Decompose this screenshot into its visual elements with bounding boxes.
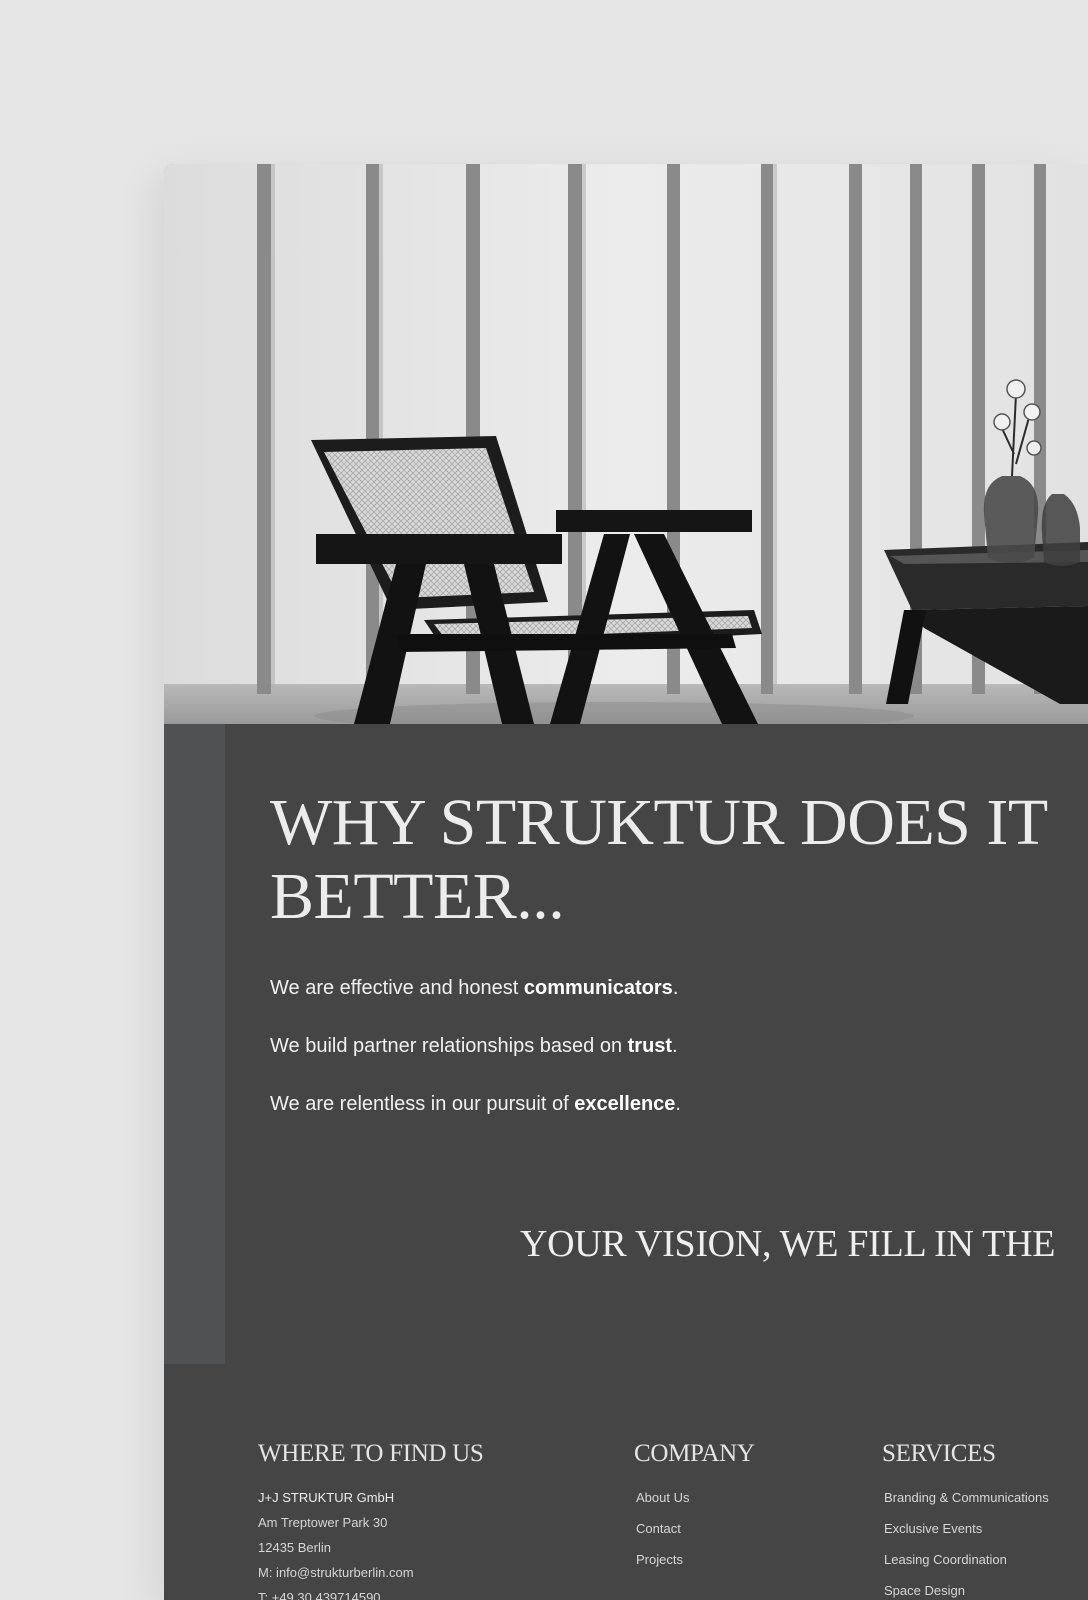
- statement-communicators: We are effective and honest communicator…: [270, 976, 681, 1034]
- footer-find-us: WHERE TO FIND US J+J STRUKTUR GmbH Am Tr…: [258, 1440, 484, 1600]
- statement-suffix: .: [672, 977, 679, 999]
- hero-photo: [164, 164, 1088, 724]
- link-events[interactable]: Exclusive Events: [884, 1521, 982, 1536]
- statement-text: We are relentless in our pursuit of: [270, 1093, 575, 1115]
- tagline: YOUR VISION, WE FILL IN THE: [520, 1223, 1056, 1265]
- link-contact[interactable]: Contact: [636, 1521, 681, 1536]
- company-heading: COMPANY: [634, 1440, 755, 1467]
- statement-excellence: We are relentless in our pursuit of exce…: [270, 1092, 681, 1150]
- street-address: Am Treptower Park 30: [258, 1515, 388, 1530]
- link-leasing[interactable]: Leasing Coordination: [884, 1552, 1007, 1567]
- statement-trust: We build partner relationships based on …: [270, 1034, 681, 1092]
- city-address: 12435 Berlin: [258, 1540, 331, 1555]
- why-statements: We are effective and honest communicator…: [270, 976, 681, 1150]
- chair-interior-image: [164, 164, 1088, 724]
- statement-emphasis: communicators: [523, 977, 673, 999]
- footer-link-leasing[interactable]: Leasing Coordination: [882, 1552, 1049, 1583]
- email-link[interactable]: M: info@strukturberlin.com: [258, 1565, 484, 1590]
- link-branding[interactable]: Branding & Communications: [884, 1490, 1049, 1505]
- site-footer: WHERE TO FIND US J+J STRUKTUR GmbH Am Tr…: [164, 1384, 1088, 1600]
- page-card: WHY STRUKTUR DOES IT BETTER... We are ef…: [164, 164, 1088, 1600]
- find-us-heading: WHERE TO FIND US: [258, 1440, 484, 1467]
- footer-link-projects[interactable]: Projects: [634, 1552, 755, 1583]
- phone-link[interactable]: T: +49 30 439714590: [258, 1590, 484, 1600]
- why-title: WHY STRUKTUR DOES IT BETTER...: [270, 786, 1048, 933]
- company-name: J+J STRUKTUR GmbH: [258, 1490, 395, 1505]
- statement-suffix: .: [672, 1035, 678, 1057]
- link-about-us[interactable]: About Us: [636, 1490, 689, 1505]
- footer-company: COMPANY About Us Contact Projects: [634, 1440, 755, 1583]
- accent-bar: [164, 724, 225, 1364]
- footer-link-branding[interactable]: Branding & Communications: [882, 1490, 1049, 1521]
- footer-link-events[interactable]: Exclusive Events: [882, 1521, 1049, 1552]
- link-projects[interactable]: Projects: [636, 1552, 683, 1567]
- statement-emphasis: excellence: [574, 1093, 676, 1115]
- why-section: WHY STRUKTUR DOES IT BETTER... We are ef…: [164, 724, 1088, 1384]
- services-heading: SERVICES: [882, 1440, 996, 1467]
- statement-suffix: .: [675, 1093, 681, 1115]
- footer-link-space-design[interactable]: Space Design: [882, 1583, 1049, 1600]
- footer-services: SERVICES Branding & Communications Exclu…: [882, 1440, 1049, 1600]
- statement-emphasis: trust: [627, 1035, 673, 1057]
- statement-text: We are effective and honest: [270, 977, 524, 999]
- statement-text: We build partner relationships based on: [270, 1035, 628, 1057]
- link-space-design[interactable]: Space Design: [884, 1583, 965, 1598]
- footer-link-contact[interactable]: Contact: [634, 1521, 755, 1552]
- footer-link-about-us[interactable]: About Us: [634, 1490, 755, 1521]
